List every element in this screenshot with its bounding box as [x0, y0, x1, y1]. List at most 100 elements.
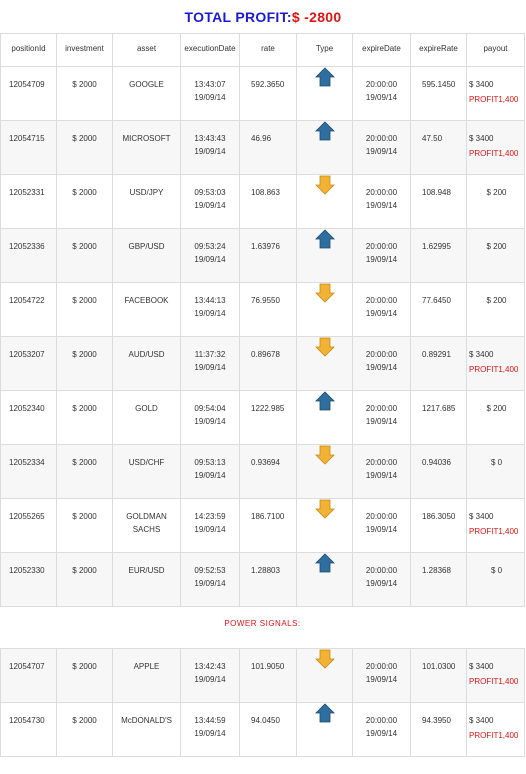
expire-date: 19/09/14: [365, 525, 398, 534]
payout-amount: $ 200: [486, 296, 507, 305]
asset-cell: EUR/USD: [112, 552, 181, 607]
table-row[interactable]: 12052331 $ 2000 USD/JPY 09:53:03 19/09/14 108…: [0, 174, 525, 229]
expire-rate-cell: 77.6450: [410, 282, 467, 337]
investment-cell: $ 2000: [56, 174, 113, 229]
investment-cell: $ 2000: [56, 228, 113, 283]
execution-date-cell: 13:43:07 19/09/14: [180, 66, 240, 121]
rate-cell: 94.0450: [239, 702, 297, 757]
execution-date-cell: 13:42:43 19/09/14: [180, 648, 240, 703]
col-header-expiredate[interactable]: expireDate: [352, 33, 411, 67]
table-row[interactable]: 12052336 $ 2000 GBP/USD 09:53:24 19/09/14 1.6…: [0, 228, 525, 283]
col-header-investment[interactable]: investment: [56, 33, 113, 67]
asset-cell: APPLE: [112, 648, 181, 703]
payout-cell: $ 3400 PROFIT1,400: [466, 702, 525, 757]
payout-cell: $ 200: [466, 228, 525, 283]
profit-text: PROFIT1,400: [469, 365, 519, 374]
execution-time: 09:53:13: [194, 458, 226, 467]
expire-date: 19/09/14: [365, 201, 398, 210]
expire-date: 19/09/14: [365, 417, 398, 426]
expire-time: 20:00:00: [365, 662, 398, 671]
table-row[interactable]: 12052340 $ 2000 GOLD 09:54:04 19/09/14 1222.9…: [0, 390, 525, 445]
col-header-positionid[interactable]: positionId: [0, 33, 57, 67]
execution-time: 09:52:53: [194, 566, 226, 575]
profit-text: PROFIT1,400: [469, 149, 519, 158]
table-row[interactable]: 12054707 $ 2000 APPLE 13:42:43 19/09/14 101.9…: [0, 648, 525, 703]
rate-cell: 0.93694: [239, 444, 297, 499]
rate-cell: 186.7100: [239, 498, 297, 553]
table-row[interactable]: 12053207 $ 2000 AUD/USD 11:37:32 19/09/14 0.8…: [0, 336, 525, 391]
col-header-payout[interactable]: payout: [466, 33, 525, 67]
asset-cell: FACEBOOK: [112, 282, 181, 337]
expire-date-cell: 20:00:00 19/09/14: [352, 444, 411, 499]
positions-table: positionId investment asset executionDat…: [0, 33, 525, 757]
type-cell: [296, 336, 353, 391]
expire-rate-cell: 101.0300: [410, 648, 467, 703]
expire-time: 20:00:00: [365, 716, 398, 725]
payout-cell: $ 3400 PROFIT1,400: [466, 120, 525, 175]
payout-amount: $ 3400: [469, 662, 494, 671]
payout-amount: $ 3400: [469, 512, 494, 521]
profit-text: PROFIT1,400: [469, 677, 519, 686]
arrow-up-icon: [314, 67, 335, 87]
expire-rate-cell: 47.50: [410, 120, 467, 175]
execution-time: 13:44:59: [194, 716, 226, 725]
profit-text: PROFIT1,400: [469, 95, 519, 104]
col-header-type[interactable]: Type: [296, 33, 353, 67]
execution-date-cell: 09:52:53 19/09/14: [180, 552, 240, 607]
asset-cell: USD/CHF: [112, 444, 181, 499]
execution-date-cell: 13:44:13 19/09/14: [180, 282, 240, 337]
execution-date-cell: 09:53:13 19/09/14: [180, 444, 240, 499]
expire-time: 20:00:00: [365, 188, 398, 197]
power-signals-cell: POWER SIGNALS:: [0, 606, 525, 649]
position-id-cell: 12054715: [0, 120, 57, 175]
rate-cell: 1.63976: [239, 228, 297, 283]
expire-rate-cell: 0.94036: [410, 444, 467, 499]
expire-date-cell: 20:00:00 19/09/14: [352, 498, 411, 553]
asset-cell: GBP/USD: [112, 228, 181, 283]
expire-date-cell: 20:00:00 19/09/14: [352, 120, 411, 175]
execution-date: 19/09/14: [194, 525, 226, 534]
position-id-cell: 12053207: [0, 336, 57, 391]
type-cell: [296, 174, 353, 229]
position-id-cell: 12052331: [0, 174, 57, 229]
execution-time: 09:53:03: [194, 188, 226, 197]
table-row[interactable]: 12054715 $ 2000 MICROSOFT 13:43:43 19/09/14 4…: [0, 120, 525, 175]
position-id-cell: 12052336: [0, 228, 57, 283]
execution-date: 19/09/14: [194, 471, 226, 480]
total-profit-currency: $: [291, 9, 300, 25]
table-row[interactable]: 12054709 $ 2000 GOOGLE 13:43:07 19/09/14 592.…: [0, 66, 525, 121]
type-cell: [296, 444, 353, 499]
table-row[interactable]: 12055265 $ 2000 GOLDMAN SACHS 14:23:59 19/09…: [0, 498, 525, 553]
type-cell: [296, 648, 353, 703]
expire-time: 20:00:00: [365, 458, 398, 467]
expire-rate-cell: 1.28368: [410, 552, 467, 607]
table-row[interactable]: 12052330 $ 2000 EUR/USD 09:52:53 19/09/14 1.2…: [0, 552, 525, 607]
table-row[interactable]: 12054722 $ 2000 FACEBOOK 13:44:13 19/09/14 76…: [0, 282, 525, 337]
expire-date: 19/09/14: [365, 471, 398, 480]
col-header-asset[interactable]: asset: [112, 33, 181, 67]
arrow-down-icon: [314, 649, 335, 669]
type-cell: [296, 120, 353, 175]
payout-cell: $ 3400 PROFIT1,400: [466, 66, 525, 121]
investment-cell: $ 2000: [56, 702, 113, 757]
expire-date-cell: 20:00:00 19/09/14: [352, 174, 411, 229]
expire-time: 20:00:00: [365, 134, 398, 143]
execution-date: 19/09/14: [194, 729, 226, 738]
expire-time: 20:00:00: [365, 404, 398, 413]
expire-rate-cell: 94.3950: [410, 702, 467, 757]
investment-cell: $ 2000: [56, 498, 113, 553]
asset-cell: USD/JPY: [112, 174, 181, 229]
profit-text: PROFIT1,400: [469, 731, 519, 740]
col-header-expirerate[interactable]: expireRate: [410, 33, 467, 67]
type-cell: [296, 282, 353, 337]
col-header-rate[interactable]: rate: [239, 33, 297, 67]
expire-date-cell: 20:00:00 19/09/14: [352, 702, 411, 757]
type-cell: [296, 390, 353, 445]
col-header-executiondate[interactable]: executionDate: [180, 33, 240, 67]
arrow-down-icon: [314, 445, 335, 465]
table-row[interactable]: 12052334 $ 2000 USD/CHF 09:53:13 19/09/14 0.9…: [0, 444, 525, 499]
expire-date: 19/09/14: [365, 147, 398, 156]
expire-rate-cell: 1217.685: [410, 390, 467, 445]
table-row[interactable]: 12054730 $ 2000 McDONALD'S 13:44:59 19/09/14…: [0, 702, 525, 757]
power-signals-label: POWER SIGNALS:: [224, 619, 301, 628]
